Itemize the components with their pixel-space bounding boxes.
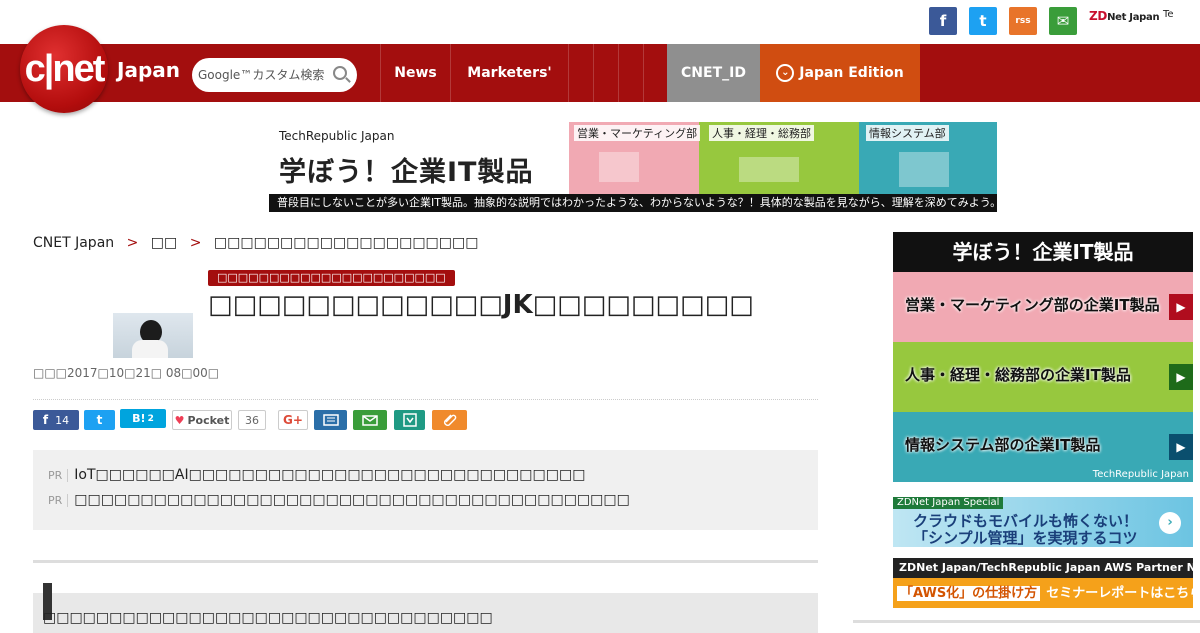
chevron-right-icon: › [1159,512,1181,534]
facebook-count: 14 [55,413,70,427]
banner-illustration [899,152,949,187]
chevron-right-icon: ▶ [1169,364,1193,390]
banner-headline: 学ぼう！企業IT製品 [279,157,534,188]
pr-link[interactable]: PR IoT□□□□□□AI□□□□□□□□□□□□□□□□□□□□□□□□□□□… [48,467,585,483]
pr-label: PR [48,469,69,482]
sidebar-ad-row-it[interactable]: 情報システム部の企業IT製品 ▶ TechRepublic Japan [893,412,1193,482]
pr-link-text: □□□□□□□□□□□□□□□□□□□□□□□□□□□□□□□□□□□□□□□□… [74,492,630,508]
thumbnail-figure [132,340,168,358]
download-icon [402,413,417,427]
article-title: □□□□□□□□□□□□JK□□□□□□□□□ [208,290,754,320]
twitter-icon[interactable]: t [969,7,997,35]
share-twitter-button[interactable]: t [84,410,115,430]
top-social-bar: f t rss ✉ ZDNet Japan Te [0,0,1200,44]
banner-illustration [739,157,799,182]
rss-icon[interactable]: rss [1009,7,1037,35]
share-googleplus-button[interactable]: G+ [278,410,308,430]
zdnet-link[interactable]: ZDNet Japan [1089,9,1160,23]
pocket-label: Pocket [187,413,230,427]
banner-footer-text: 普段目にしないことが多い企業IT製品。抽象的な説明ではわかったような、わからない… [269,194,997,212]
breadcrumb-level2[interactable]: □□□□□□□□□□□□□□□□□□□□ [214,235,479,251]
chevron-right-icon: ▶ [1169,434,1193,460]
sidebar-ad-aws[interactable]: ZDNet Japan/TechRepublic Japan AWS Partn… [893,558,1193,608]
banner-tag-hr: 人事・経理・総務部 [709,125,814,141]
print-button[interactable] [314,410,347,430]
facebook-icon[interactable]: f [929,7,957,35]
ad-tag: 「AWS化」の仕掛け方 [897,586,1041,601]
ad-body: 「AWS化」の仕掛け方 セミナーレポートはこちら [897,582,1193,601]
pr-link-text: IoT□□□□□□AI□□□□□□□□□□□□□□□□□□□□□□□□□□□□□… [74,467,586,483]
cnet-logo[interactable]: c|net [20,25,108,113]
email-share-button[interactable] [353,410,387,430]
banner-brand: TechRepublic Japan [279,129,395,143]
nav-cnet-id[interactable]: CNET_ID [667,44,760,102]
sidebar-ad-it-products: 学ぼう！企業IT製品 営業・マーケティング部の企業IT製品 ▶ 人事・経理・総務… [893,232,1193,482]
search-box [192,58,357,92]
zdnet-logo: ZD [1089,9,1108,23]
sidebar-ad-row-label: 人事・経理・総務部の企業IT製品 [905,366,1131,384]
nav-item-6[interactable] [643,44,667,102]
banner-ad[interactable]: TechRepublic Japan 学ぼう！企業IT製品 営業・マーケティング… [269,122,997,212]
zdnet-text: Net Japan [1107,12,1160,23]
nav-news[interactable]: News [380,44,450,102]
twitter-icon: t [96,413,103,427]
sidebar-ad-zdnet-special[interactable]: ZDNet Japan Special クラウドもモバイルも怖くない！ 「シンプ… [893,497,1193,547]
nav-item-3[interactable] [568,44,593,102]
ad-label: ZDNet Japan Special [893,497,1004,509]
breadcrumb-separator: > [126,235,139,251]
share-hatena-button[interactable]: B! 2 [120,409,166,428]
share-pocket-button[interactable]: ♥ Pocket [172,410,232,430]
nav-marketers[interactable]: Marketers' [450,44,568,102]
nav-japan-edition[interactable]: ⌄ Japan Edition [760,44,920,102]
print-icon [322,414,339,426]
sidebar-ad-heading: 学ぼう！企業IT製品 [893,232,1193,272]
facebook-icon: f [42,413,49,427]
banner-illustration [599,152,639,182]
sidebar-ad-row-label: 情報システム部の企業IT製品 [905,436,1101,454]
chevron-down-icon: ⌄ [776,64,795,82]
article-byline: □□□2017□10□21□ 08□00□ [33,366,220,380]
mail-icon [362,414,378,426]
nav-item-4[interactable] [593,44,618,102]
sidebar-ad-row-label: 営業・マーケティング部の企業IT製品 [905,296,1160,314]
techrepublic-link[interactable]: Te [1163,9,1174,20]
pr-link[interactable]: PR □□□□□□□□□□□□□□□□□□□□□□□□□□□□□□□□□□□□□□… [48,492,630,508]
sidebar-ad-row-sales[interactable]: 営業・マーケティング部の企業IT製品 ▶ [893,272,1193,342]
breadcrumb-separator: > [189,235,202,251]
divider [33,399,818,400]
article-lead: □□□□□□□□□□□□□□□□□□□□□□□□□□□□□□□□□□ [33,583,818,633]
banner-tag-it: 情報システム部 [866,125,949,141]
divider [33,560,818,563]
search-input[interactable] [198,68,328,82]
paperclip-icon [443,414,456,426]
pr-box: PR IoT□□□□□□AI□□□□□□□□□□□□□□□□□□□□□□□□□□□… [33,450,818,530]
pr-label: PR [48,494,69,507]
breadcrumb-home[interactable]: CNET Japan [33,235,114,251]
sidebar-ad-footer: TechRepublic Japan [1092,469,1189,480]
japan-edition-label: Japan Edition [799,65,904,81]
banner-tag-sales: 営業・マーケティング部 [574,125,701,141]
logo-japan-label: Japan [117,58,180,82]
category-tag[interactable]: □□□□□□□□□□□□□□□□□□□□□□ [208,270,455,286]
sidebar-ad-row-hr[interactable]: 人事・経理・総務部の企業IT製品 ▶ [893,342,1193,412]
clip-button[interactable] [432,410,467,430]
pocket-count: 36 [238,410,266,430]
mail-icon[interactable]: ✉ [1049,7,1077,35]
divider [853,620,1200,623]
breadcrumb-level1[interactable]: □□ [151,235,177,251]
lead-text: □□□□□□□□□□□□□□□□□□□□□□□□□□□□□□□□□□ [43,610,493,626]
ad-line: 「シンプル管理」を実現するコツ [913,529,1138,547]
ad-text: セミナーレポートはこちら [1046,586,1193,601]
breadcrumb: CNET Japan > □□ > □□□□□□□□□□□□□□□□□□□□ [33,235,478,251]
search-icon[interactable] [333,66,347,80]
hatena-icon: B! [132,412,146,425]
chevron-right-icon: ▶ [1169,294,1193,320]
download-button[interactable] [394,410,425,430]
article-thumbnail [113,313,193,358]
pocket-icon: ♥ [174,413,185,427]
ad-header: ZDNet Japan/TechRepublic Japan AWS Partn… [893,558,1193,578]
nav-item-5[interactable] [618,44,643,102]
hatena-count: 2 [147,413,154,424]
share-facebook-button[interactable]: f 14 [33,410,79,430]
